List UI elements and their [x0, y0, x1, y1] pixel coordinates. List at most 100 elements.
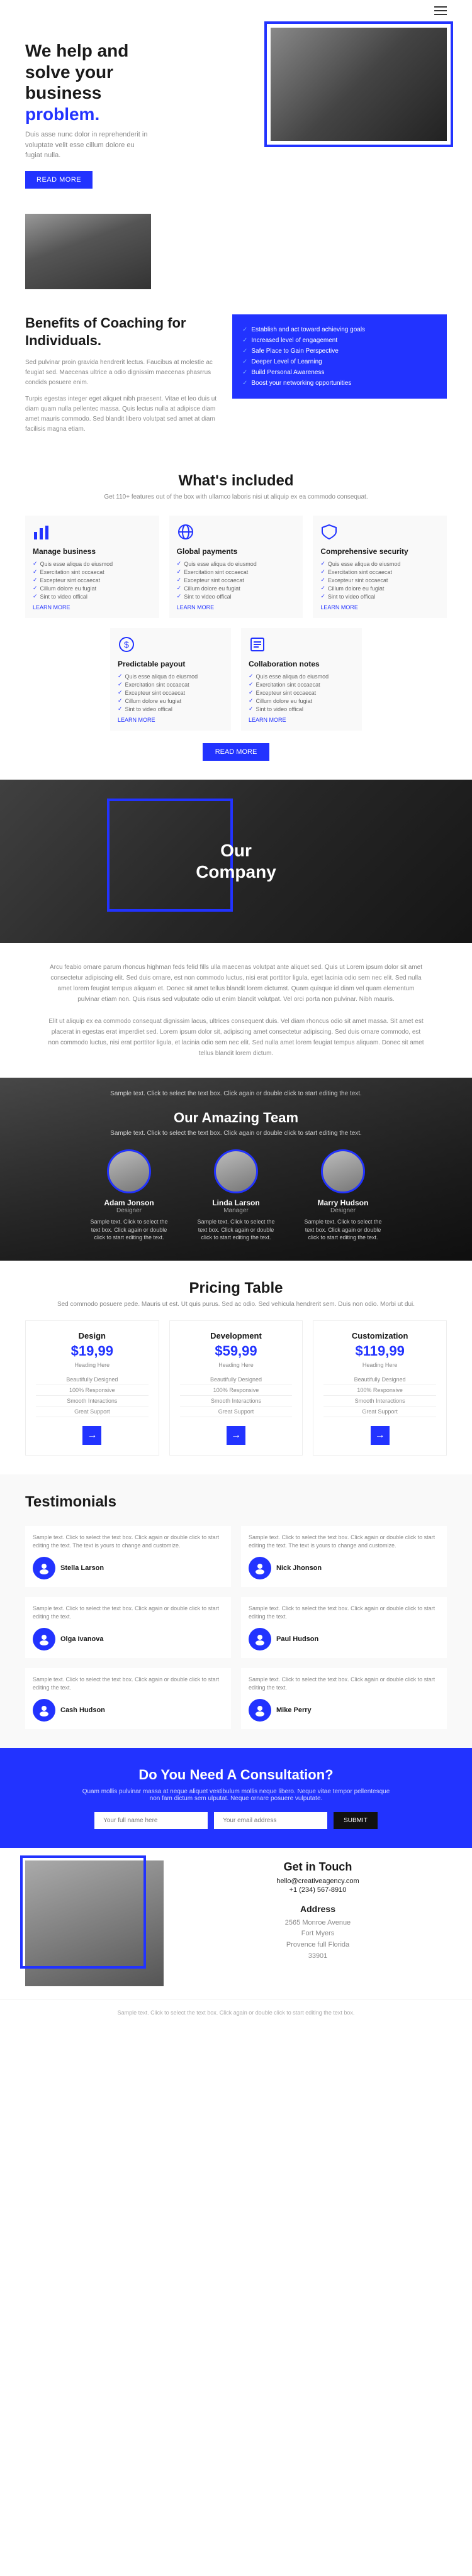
dollar-icon: $: [118, 636, 137, 655]
benefits-title: Benefits of Coaching for Individuals.: [25, 314, 220, 350]
member-role-adam: Designer: [85, 1207, 173, 1214]
avatar-marry: [321, 1149, 365, 1193]
avatar-stella: [33, 1557, 55, 1579]
feature-item: Excepteur sint occaecat: [177, 576, 296, 584]
feature-item: Sint to video offical: [118, 705, 223, 713]
feature-items: Quis esse aliqua do eiusmod Exercitation…: [249, 672, 354, 713]
contact-address-title: Address: [189, 1904, 447, 1914]
plan-feature: Smooth Interactions: [36, 1396, 149, 1407]
hero-title-line2: solve your: [25, 62, 113, 82]
hero-title-line1: We help and: [25, 41, 128, 60]
whats-included-read-more-button[interactable]: READ MORE: [203, 743, 270, 761]
whats-included-title: What's included: [25, 472, 447, 490]
avatar-linda: [214, 1149, 258, 1193]
member-role-linda: Manager: [192, 1207, 280, 1214]
member-name-linda: Linda Larson: [192, 1198, 280, 1207]
benefit-item: ✓Safe Place to Gain Perspective: [242, 346, 437, 357]
hero-read-more-button[interactable]: READ MORE: [25, 171, 93, 189]
testimonial-name: Paul Hudson: [276, 1635, 318, 1643]
feature-item: Quis esse aliqua do eiusmod: [33, 560, 152, 568]
feature-manage-business: Manage business Quis esse aliqua do eius…: [25, 516, 159, 618]
feature-learn-more-link[interactable]: LEARN MORE: [320, 604, 439, 611]
hero-section: We help and solve your business problem.…: [0, 15, 472, 207]
contact-email: hello@creativeagency.com: [189, 1877, 447, 1885]
cta-description: Quam mollis pulvinar massa at neque aliq…: [79, 1788, 393, 1802]
member-name-marry: Marry Hudson: [299, 1198, 387, 1207]
plan-feature: 100% Responsive: [36, 1385, 149, 1396]
testimonial-author: Cash Hudson: [33, 1699, 223, 1722]
testimonial-text: Sample text. Click to select the text bo…: [249, 1605, 439, 1622]
plan-select-button[interactable]: →: [371, 1426, 390, 1445]
cta-submit-button[interactable]: SUBMIT: [334, 1812, 378, 1829]
plan-price: $59,99: [180, 1343, 293, 1359]
testimonials-title: Testimonials: [25, 1493, 447, 1511]
plan-feature: Great Support: [323, 1407, 436, 1417]
hero-title-blue: problem.: [25, 104, 99, 124]
contact-section: Get in Touch hello@creativeagency.com +1…: [0, 1848, 472, 1999]
feature-learn-more-link[interactable]: LEARN MORE: [249, 717, 354, 723]
avatar-adam: [107, 1149, 151, 1193]
feature-title: Global payments: [177, 547, 296, 556]
avatar-cash: [33, 1699, 55, 1722]
testimonial-name: Cash Hudson: [60, 1706, 105, 1714]
plan-price: $119,99: [323, 1343, 436, 1359]
testimonial-author: Olga Ivanova: [33, 1628, 223, 1650]
contact-image-photo: [25, 1860, 164, 1986]
feature-learn-more-link[interactable]: LEARN MORE: [177, 604, 296, 611]
team-members: Adam Jonson Designer Sample text. Click …: [25, 1149, 447, 1242]
features-row2: $ Predictable payout Quis esse aliqua do…: [110, 628, 362, 731]
cta-form: SUBMIT: [25, 1812, 447, 1829]
chart-icon: [33, 523, 52, 542]
team-subtitle2: Sample text. Click to select the text bo…: [25, 1130, 447, 1137]
feature-item: Cillum dolore eu fugiat: [118, 697, 223, 705]
plan-features: Beautifully Designed 100% Responsive Smo…: [180, 1374, 293, 1417]
testimonial-olga: Sample text. Click to select the text bo…: [25, 1597, 231, 1658]
feature-learn-more-link[interactable]: LEARN MORE: [118, 717, 223, 723]
testimonial-author: Paul Hudson: [249, 1628, 439, 1650]
menu-icon[interactable]: [434, 6, 447, 15]
feature-global-payments: Global payments Quis esse aliqua do eius…: [169, 516, 303, 618]
feature-title: Predictable payout: [118, 660, 223, 668]
feature-item: Sint to video offical: [320, 592, 439, 600]
whats-included-section: What's included Get 110+ features out of…: [0, 453, 472, 780]
footer-text: Sample text. Click to select the text bo…: [25, 2009, 447, 2016]
team-title: Our Amazing Team: [25, 1110, 447, 1126]
plan-feature: 100% Responsive: [180, 1385, 293, 1396]
testimonial-cash: Sample text. Click to select the text bo…: [25, 1668, 231, 1729]
about-text1: Arcu feabio ornare parum rhoncus highman…: [47, 962, 425, 1005]
svg-text:$: $: [124, 639, 129, 650]
feature-item: Exercitation sint occaecat: [249, 680, 354, 688]
benefit-item: ✓Increased level of engagement: [242, 335, 437, 346]
member-name-adam: Adam Jonson: [85, 1198, 173, 1207]
benefits-desc1: Sed pulvinar proin gravida hendrerit lec…: [25, 358, 220, 388]
benefit-item: ✓Establish and act toward achieving goal…: [242, 324, 437, 335]
cta-email-input[interactable]: [214, 1812, 327, 1829]
plan-select-button[interactable]: →: [227, 1426, 245, 1445]
feature-item: Exercitation sint occaecat: [320, 568, 439, 576]
avatar-nick: [249, 1557, 271, 1579]
benefits-desc2: Turpis egestas integer eget aliquet nibh…: [25, 394, 220, 434]
plan-feature: Great Support: [36, 1407, 149, 1417]
plan-select-button[interactable]: →: [82, 1426, 101, 1445]
hero-title-line3: business: [25, 83, 101, 102]
testimonial-text: Sample text. Click to select the text bo…: [33, 1605, 223, 1622]
contact-title: Get in Touch: [189, 1860, 447, 1874]
cta-name-input[interactable]: [94, 1812, 208, 1829]
benefit-item: ✓Deeper Level of Learning: [242, 357, 437, 367]
feature-learn-more-link[interactable]: LEARN MORE: [33, 604, 152, 611]
plan-feature: Great Support: [180, 1407, 293, 1417]
plan-feature: 100% Responsive: [323, 1385, 436, 1396]
feature-item: Cillum dolore eu fugiat: [249, 697, 354, 705]
feature-items: Quis esse aliqua do eiusmod Exercitation…: [33, 560, 152, 600]
feature-title: Collaboration notes: [249, 660, 354, 668]
feature-item: Cillum dolore eu fugiat: [33, 584, 152, 592]
pricing-section: Pricing Table Sed commodo posuere pede. …: [0, 1261, 472, 1474]
testimonial-stella: Sample text. Click to select the text bo…: [25, 1526, 231, 1587]
feature-item: Cillum dolore eu fugiat: [177, 584, 296, 592]
testimonial-text: Sample text. Click to select the text bo…: [33, 1676, 223, 1693]
about-text2: Elit ut aliquip ex ea commodo consequat …: [47, 1016, 425, 1059]
building-section: [0, 207, 472, 302]
pricing-card-customization: Customization $119,99 Heading Here Beaut…: [313, 1320, 447, 1456]
benefit-item: ✓Boost your networking opportunities: [242, 378, 437, 389]
feature-title: Manage business: [33, 547, 152, 556]
